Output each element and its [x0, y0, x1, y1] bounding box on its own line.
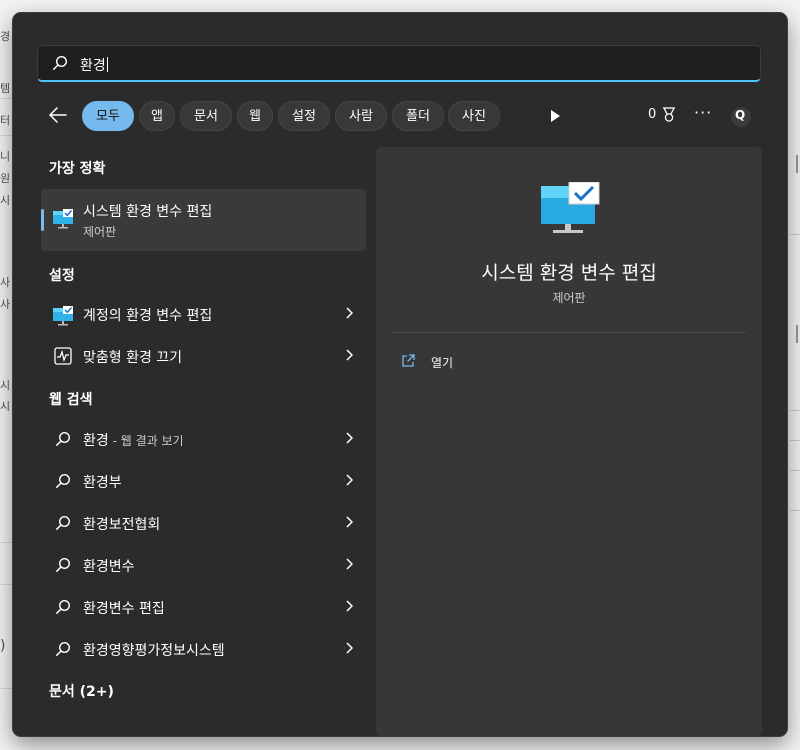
section-best-match: 가장 정확 — [49, 161, 106, 177]
rewards-medal-icon[interactable] — [662, 107, 676, 123]
bg-divider — [0, 98, 14, 99]
open-external-icon — [402, 354, 415, 367]
section-documents[interactable]: 문서 (2+) — [49, 681, 114, 701]
web-search-label: 환경영향평가정보시스템 — [83, 643, 225, 659]
bg-text: 사 — [0, 276, 11, 289]
search-icon — [56, 599, 71, 614]
preview-subtitle: 제어판 — [552, 291, 586, 305]
filter-chip-documents[interactable]: 문서 — [180, 101, 232, 131]
web-search-item[interactable]: 환경보전협회 — [41, 503, 366, 543]
web-search-item[interactable]: 환경변수 편집 — [41, 587, 366, 627]
filter-chip-all[interactable]: 모두 — [82, 101, 134, 131]
bg-divider — [790, 234, 800, 235]
filter-chip-web[interactable]: 웹 — [237, 101, 273, 131]
web-search-item[interactable]: 환경변수 — [41, 545, 366, 585]
settings-item[interactable]: 계정의 환경 변수 편집 — [41, 294, 366, 334]
bg-text: 원 — [0, 172, 11, 185]
filter-chip-apps[interactable]: 앱 — [139, 101, 175, 131]
search-icon — [56, 641, 71, 656]
bg-text: 시 — [0, 400, 11, 413]
bg-text: ) — [0, 638, 6, 654]
search-input[interactable]: 환경 — [37, 45, 761, 82]
filter-chip-people[interactable]: 사람 — [335, 101, 387, 131]
bg-scrollbar — [796, 325, 798, 343]
web-search-label: 환경변수 — [83, 559, 135, 575]
open-button[interactable]: 열기 — [401, 352, 521, 374]
monitor-check-icon — [53, 209, 73, 229]
bg-divider — [790, 410, 800, 411]
bg-text: 경 — [0, 30, 11, 43]
search-icon — [56, 515, 71, 530]
bg-text: 니 — [0, 150, 11, 163]
bg-text: 템 — [0, 82, 11, 95]
bg-text: 시 — [0, 194, 11, 207]
open-button-label: 열기 — [431, 356, 454, 370]
start-search-panel: 환경 모두 앱 문서 웹 설정 사람 폴더 사진 0 ··· Q 가장 정확 시… — [13, 13, 787, 736]
chevron-right-icon — [346, 600, 353, 612]
web-search-label: 환경보전협회 — [83, 517, 161, 533]
chevron-right-icon — [346, 642, 353, 654]
filter-bar: 모두 앱 문서 웹 설정 사람 폴더 사진 0 ··· Q — [37, 99, 767, 133]
text-caret — [106, 57, 108, 72]
web-search-label: 환경 - 웹 결과 보기 — [83, 433, 184, 449]
bg-scrollbar — [796, 155, 798, 173]
selection-indicator — [41, 209, 44, 231]
bg-divider — [0, 688, 14, 689]
filter-chip-photos[interactable]: 사진 — [448, 101, 500, 131]
search-icon — [56, 557, 71, 572]
web-search-label: 환경부 — [83, 475, 122, 491]
settings-item[interactable]: 맞춤형 환경 끄기 — [41, 336, 366, 376]
filter-chip-settings[interactable]: 설정 — [278, 101, 330, 131]
preview-divider — [392, 332, 746, 333]
web-search-item[interactable]: 환경 - 웹 결과 보기 — [41, 419, 366, 459]
search-icon — [53, 55, 68, 70]
bing-icon[interactable]: Q — [731, 107, 751, 127]
section-web-search: 웹 검색 — [49, 392, 93, 408]
settings-item-label: 맞춤형 환경 끄기 — [83, 350, 183, 366]
search-query: 환경 — [80, 57, 108, 74]
bg-divider — [0, 584, 14, 585]
monitor-check-icon — [541, 182, 600, 233]
bg-text: 시 — [0, 379, 11, 392]
settings-item-label: 계정의 환경 변수 편집 — [83, 308, 213, 324]
chevron-right-icon — [346, 432, 353, 444]
back-arrow-icon[interactable] — [47, 104, 69, 126]
filter-chip-folders[interactable]: 폴더 — [392, 101, 444, 131]
web-search-item[interactable]: 환경영향평가정보시스템 — [41, 629, 366, 669]
bg-divider — [0, 135, 14, 136]
search-icon — [56, 431, 71, 446]
more-filters-play-icon[interactable] — [551, 110, 560, 122]
bg-divider — [0, 542, 14, 543]
monitor-check-icon — [53, 306, 73, 326]
chevron-right-icon — [346, 307, 353, 319]
chevron-right-icon — [346, 516, 353, 528]
section-settings: 설정 — [49, 268, 75, 284]
rewards-points: 0 — [648, 107, 657, 122]
more-options-icon[interactable]: ··· — [694, 103, 712, 122]
chevron-right-icon — [346, 474, 353, 486]
best-match-item[interactable]: 시스템 환경 변수 편집 제어판 — [41, 189, 366, 251]
best-match-title: 시스템 환경 변수 편집 — [83, 204, 213, 220]
preview-title: 시스템 환경 변수 편집 — [481, 262, 657, 284]
bg-divider — [790, 510, 800, 511]
preview-pane: 시스템 환경 변수 편집 제어판 열기 — [376, 147, 762, 736]
web-search-item[interactable]: 환경부 — [41, 461, 366, 501]
chevron-right-icon — [346, 349, 353, 361]
bg-divider — [790, 470, 800, 471]
activity-icon — [54, 347, 72, 365]
bg-divider — [790, 440, 800, 441]
web-search-label: 환경변수 편집 — [83, 601, 165, 617]
chevron-right-icon — [346, 558, 353, 570]
search-icon — [56, 473, 71, 488]
best-match-subtitle: 제어판 — [83, 225, 117, 239]
bg-text: 사 — [0, 298, 11, 311]
web-search-suffix: - 웹 결과 보기 — [108, 434, 184, 448]
bg-text: 터 — [0, 114, 11, 127]
